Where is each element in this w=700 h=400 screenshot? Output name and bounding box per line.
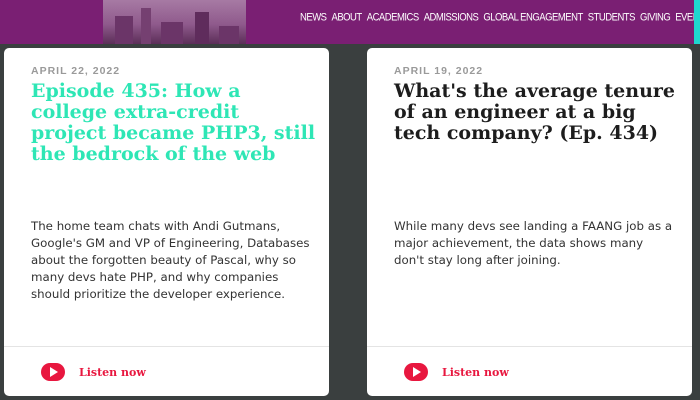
listen-now-label[interactable]: Listen now <box>79 366 146 379</box>
card-excerpt: The home team chats with Andi Gutmans, G… <box>31 219 310 301</box>
edge-accent <box>694 0 700 44</box>
nav-item-global-engagement[interactable]: GLOBAL ENGAGEMENT <box>483 11 583 24</box>
listen-now-label[interactable]: Listen now <box>442 366 509 379</box>
play-icon[interactable] <box>41 363 65 381</box>
listen-now-button[interactable]: Listen now <box>41 363 146 381</box>
card-title-link[interactable]: What's the average tenure of an engineer… <box>394 81 682 144</box>
play-icon[interactable] <box>404 363 428 381</box>
top-navigation-bar: NEWS ABOUT ACADEMICS ADMISSIONS GLOBAL E… <box>0 0 700 44</box>
card-divider <box>367 346 692 347</box>
nav-item-giving[interactable]: GIVING <box>640 11 671 24</box>
card-date: APRIL 22, 2022 <box>31 65 121 77</box>
card-title-link[interactable]: Episode 435: How a college extra-credit … <box>31 81 319 165</box>
card-excerpt: While many devs see landing a FAANG job … <box>394 219 673 267</box>
podcast-card[interactable]: APRIL 19, 2022 What's the average tenure… <box>367 48 692 396</box>
card-divider <box>4 346 329 347</box>
header-thumbnail-image[interactable] <box>103 0 246 44</box>
listen-now-button[interactable]: Listen now <box>404 363 509 381</box>
nav-item-admissions[interactable]: ADMISSIONS <box>424 11 479 24</box>
nav-item-about[interactable]: ABOUT <box>332 11 363 24</box>
card-date: APRIL 19, 2022 <box>394 65 484 77</box>
podcast-card[interactable]: APRIL 22, 2022 Episode 435: How a colleg… <box>4 48 329 396</box>
nav-item-academics[interactable]: ACADEMICS <box>367 11 419 24</box>
nav-item-students[interactable]: STUDENTS <box>588 11 636 24</box>
main-nav: NEWS ABOUT ACADEMICS ADMISSIONS GLOBAL E… <box>300 11 700 24</box>
nav-item-news[interactable]: NEWS <box>300 11 327 24</box>
